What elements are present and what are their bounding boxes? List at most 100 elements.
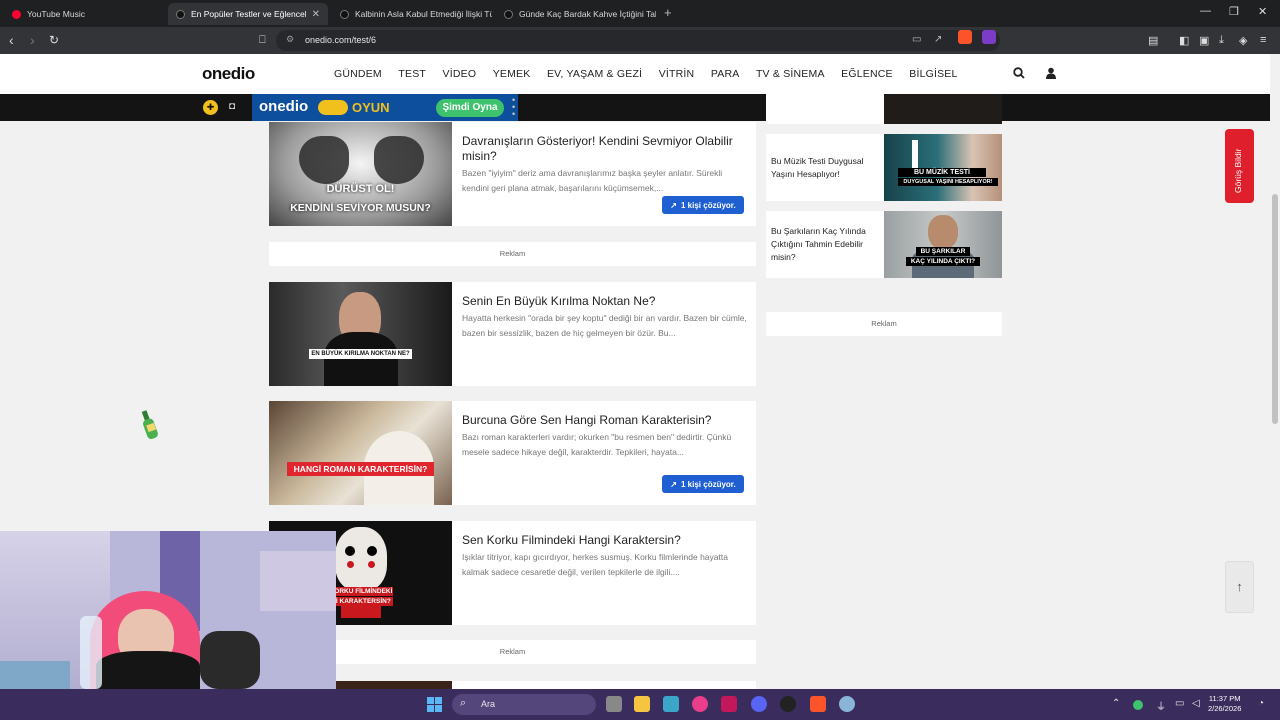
taskbar-clock[interactable]: 11:37 PM 2/26/2026 [1208, 694, 1241, 714]
microphone-icon[interactable]: ⏚ [1156, 698, 1166, 713]
sidebar-prev-card[interactable] [766, 94, 884, 124]
settings-icon[interactable] [839, 696, 855, 712]
obs-icon[interactable] [780, 696, 796, 712]
nav-item-yemek[interactable]: YEMEK [493, 68, 531, 80]
sidebar-test-card[interactable]: Bu Şarkıların Kaç Yılında Çıktığını Tahm… [766, 211, 1002, 278]
test-title[interactable]: Sen Korku Filmindeki Hangi Karaktersin? [462, 533, 747, 548]
nav-item-gundem[interactable]: GÜNDEM [334, 68, 382, 80]
app-icon[interactable] [663, 696, 679, 712]
discord-icon[interactable] [751, 696, 767, 712]
test-card[interactable]: KORKU FİLMİNDEKİ Hİ KARAKTERSİN? Sen Kor… [269, 521, 756, 625]
test-title[interactable]: Burcuna Göre Sen Hangi Roman Karakterisi… [462, 413, 747, 428]
user-icon[interactable] [1045, 67, 1057, 82]
thumbnail-caption: Hİ KARAKTERSİN? [329, 597, 393, 606]
taskbar-search[interactable]: ⌕ Ara [452, 694, 596, 715]
nav-item-tv-sinema[interactable]: TV & SİNEMA [756, 68, 825, 80]
new-tab-button[interactable]: + [664, 5, 672, 20]
test-description: Bazen "iyiyim" deriz ama davranışlarımız… [462, 168, 723, 193]
search-icon[interactable] [1013, 67, 1025, 82]
notifications-icon[interactable]: ◔ [1258, 698, 1264, 709]
tab-kahve[interactable]: Günde Kaç Bardak Kahve İçtiğini Tahm [496, 3, 656, 25]
onedio-favicon-icon [504, 9, 513, 19]
page-scrollbar[interactable] [1270, 54, 1280, 689]
nav-item-para[interactable]: PARA [711, 68, 740, 80]
test-description: Hayatta herkesin "orada bir şey koptu" d… [462, 313, 747, 338]
test-thumbnail[interactable]: HANGİ ROMAN KARAKTERİSİN? [269, 401, 452, 505]
gamepad-icon[interactable]: ✚ [203, 100, 218, 115]
tray-overflow-icon[interactable]: ⌃ [1112, 698, 1120, 709]
play-now-button[interactable]: Şimdi Oyna [436, 99, 504, 117]
site-header: onedio GÜNDEM TEST VİDEO YEMEK EV, YAŞAM… [0, 54, 1270, 94]
site-info-icon[interactable]: ⚙ [286, 34, 294, 45]
scrollbar-thumb[interactable] [1272, 194, 1278, 424]
share-icon[interactable]: ↗ [934, 34, 942, 45]
test-card[interactable]: EN BÜYÜK KIRILMA NOKTAN NE? Senin En Büy… [269, 282, 756, 386]
test-thumbnail[interactable]: EN BÜYÜK KIRILMA NOKTAN NE? [269, 282, 452, 386]
oyun-label: OYUN [352, 100, 390, 115]
sidebar-test-thumbnail[interactable]: BU MÜZİK TESTİ DUYGUSAL YAŞINI HESAPLIYO… [884, 134, 1002, 201]
file-explorer-icon[interactable] [634, 696, 650, 712]
onedio-favicon-icon [176, 9, 185, 19]
main-nav: GÜNDEM TEST VİDEO YEMEK EV, YAŞAM & GEZİ… [334, 68, 974, 80]
test-card[interactable]: HANGİ ROMAN KARAKTERİSİN? Burcuna Göre S… [269, 401, 756, 505]
test-title[interactable]: Davranışların Gösteriyor! Kendini Sevmiy… [462, 134, 747, 164]
url-field[interactable]: ⚙ onedio.com/test/6 ▭ ↗ [276, 30, 1000, 51]
menu-icon[interactable]: ≡ [1260, 34, 1266, 46]
controller-icon[interactable]: ◘ [229, 101, 235, 112]
forward-icon[interactable]: › [30, 32, 35, 48]
nav-item-ev-yasam-gezi[interactable]: EV, YAŞAM & GEZİ [547, 68, 642, 80]
nav-item-vitrin[interactable]: VİTRİN [659, 68, 695, 80]
feedback-button[interactable]: Görüş Bildir [1225, 129, 1254, 203]
sidebar-prev-thumbnail[interactable] [884, 94, 1002, 124]
nav-item-bilgisel[interactable]: BİLGİSEL [909, 68, 957, 80]
onedio-logo[interactable]: onedio [202, 64, 255, 84]
test-title[interactable]: Senin En Büyük Kırılma Noktan Ne? [462, 294, 747, 309]
close-tab-icon[interactable]: ✕ [312, 9, 320, 20]
solving-badge[interactable]: ↗ 1 kişi çözüyor. [662, 475, 744, 493]
vpn-icon[interactable]: ◈ [1239, 34, 1247, 47]
tab-onedio-tests[interactable]: En Popüler Testler ve Eğlenceli Q ✕ [168, 3, 328, 25]
network-icon[interactable]: ▭ [1175, 698, 1184, 709]
back-icon[interactable]: ‹ [9, 32, 14, 48]
task-view-icon[interactable] [606, 696, 622, 712]
bookmark-icon[interactable]: ⎕ [259, 32, 266, 48]
reload-icon[interactable]: ↻ [49, 32, 59, 48]
sidebar-icon[interactable]: ◧ [1179, 34, 1189, 47]
scroll-to-top-button[interactable]: ↑ [1225, 561, 1254, 613]
nav-item-eglence[interactable]: EĞLENCE [841, 68, 893, 80]
minimize-button[interactable]: — [1200, 5, 1211, 17]
brave-shields-icon[interactable] [958, 30, 972, 44]
ad-slot: Reklam [269, 242, 756, 266]
brave-rewards-icon[interactable] [982, 30, 996, 44]
test-thumbnail[interactable]: DÜRÜST OL! KENDİNİ SEVİYOR MUSUN? [269, 122, 452, 226]
close-window-button[interactable]: ✕ [1258, 5, 1267, 18]
sidebar-test-card[interactable]: Bu Müzik Testi Duygusal Yaşını Hesaplıyo… [766, 134, 1002, 201]
sidebar-test-title[interactable]: Bu Müzik Testi Duygusal Yaşını Hesaplıyo… [771, 155, 881, 181]
search-icon: ⌕ [460, 697, 467, 709]
app-icon[interactable] [721, 696, 737, 712]
nav-item-test[interactable]: TEST [398, 68, 426, 80]
reader-mode-icon[interactable]: ▤ [1148, 34, 1158, 47]
wallet-icon[interactable]: ▣ [1199, 34, 1209, 47]
cast-icon[interactable]: ▭ [912, 34, 921, 45]
maximize-button[interactable]: ❐ [1229, 5, 1239, 18]
volume-icon[interactable]: ◁ [1192, 698, 1200, 709]
address-bar-row: ‹ › ↻ ⎕ ⚙ onedio.com/test/6 ▭ ↗ ▤ ◧ ▣ ⤓ … [0, 27, 1280, 54]
oyun-logo: onedio [259, 98, 309, 115]
sidebar-test-title[interactable]: Bu Şarkıların Kaç Yılında Çıktığını Tahm… [771, 225, 881, 264]
brave-browser-icon[interactable] [810, 696, 826, 712]
more-options-icon[interactable]: • • • [512, 96, 515, 119]
tab-youtube-music[interactable]: YouTube Music [4, 3, 164, 25]
taskbar-search-label: Ara [481, 699, 496, 709]
ad-slot: Reklam [269, 640, 756, 664]
tab-kalbinin[interactable]: Kalbinin Asla Kabul Etmediği İlişki Tür [332, 3, 492, 25]
solving-badge[interactable]: ↗ 1 kişi çözüyor. [662, 196, 744, 214]
nav-item-video[interactable]: VİDEO [443, 68, 477, 80]
app-icon[interactable] [692, 696, 708, 712]
windows-start-icon[interactable] [427, 697, 442, 712]
test-card[interactable]: DÜRÜST OL! KENDİNİ SEVİYOR MUSUN? Davran… [269, 122, 756, 226]
downloads-icon[interactable]: ⤓ [1219, 34, 1224, 47]
status-icon[interactable] [1133, 700, 1143, 710]
next-test-card[interactable] [452, 681, 756, 689]
sidebar-test-thumbnail[interactable]: BU ŞARKILAR KAÇ YILINDA ÇIKTI? [884, 211, 1002, 278]
